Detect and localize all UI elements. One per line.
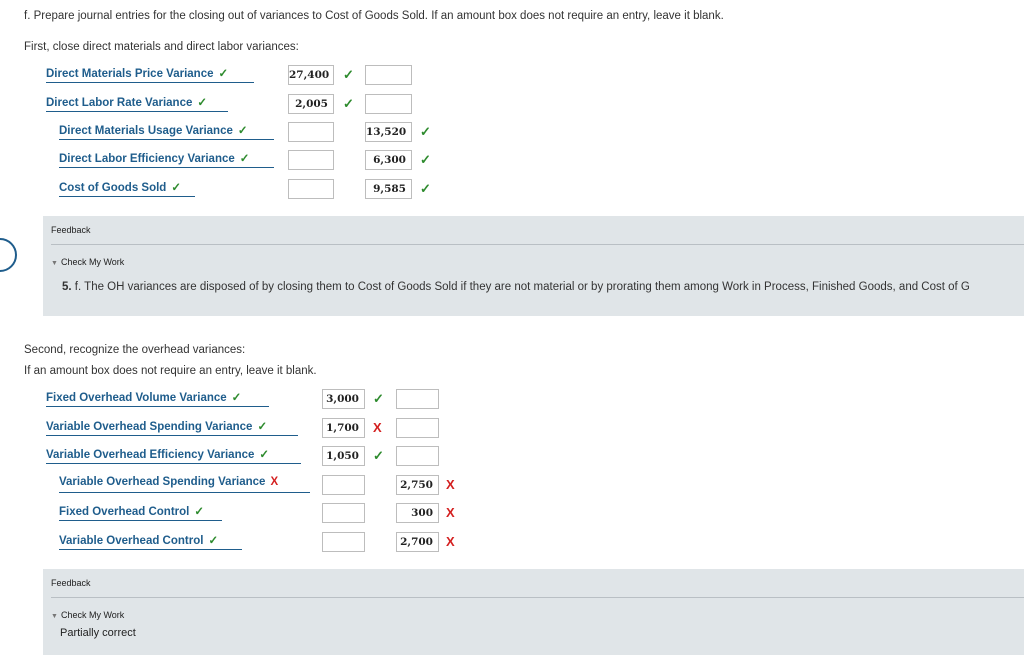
credit-amount-input[interactable] [365,65,412,85]
account-select[interactable]: Cost of Goods Sold ✓ [59,180,195,197]
feedback-panel-1: Feedback ▼ Check My Work 5. f. The OH var… [43,216,1024,316]
check-my-work-toggle[interactable]: ▼ Check My Work [51,257,124,267]
navigation-circle-icon[interactable] [0,238,17,272]
feedback-divider [51,597,1024,598]
account-name: Fixed Overhead Volume Variance [46,392,227,404]
incorrect-icon: X [446,505,455,520]
feedback-body: f. The OH variances are disposed of by c… [71,281,970,293]
feedback-divider [51,244,1024,245]
checkmark-icon: ✓ [231,392,242,404]
debit-amount-input[interactable]: 3,000 [322,389,365,409]
incorrect-icon: X [446,477,455,492]
checkmark-icon: ✓ [373,448,384,463]
checkmark-icon: ✓ [343,67,354,82]
credit-amount-input[interactable]: 13,520 [365,122,412,142]
incorrect-icon: X [446,534,455,549]
account-name: Variable Overhead Control [59,535,204,547]
credit-amount-input[interactable]: 2,750 [396,475,439,495]
debit-amount-input[interactable] [322,475,365,495]
account-select[interactable]: Direct Labor Rate Variance ✓ [46,95,228,112]
account-name: Variable Overhead Efficiency Variance [46,449,255,461]
checkmark-icon: ✓ [208,535,219,547]
account-name: Direct Materials Usage Variance [59,125,233,137]
account-name: Direct Labor Rate Variance [46,97,193,109]
debit-amount-input[interactable] [288,179,334,199]
account-name: Fixed Overhead Control [59,506,190,518]
feedback-status: Partially correct [60,627,136,639]
checkmark-icon: ✓ [237,125,248,137]
checkmark-icon: ✓ [343,96,354,111]
account-select[interactable]: Fixed Overhead Control ✓ [59,504,222,521]
section2-instruction-1: Second, recognize the overhead variances… [24,344,246,356]
account-select[interactable]: Variable Overhead Spending Variance X [59,476,310,493]
feedback-text: 5. f. The OH variances are disposed of b… [62,281,970,293]
checkmark-icon: ✓ [257,421,268,433]
account-name: Variable Overhead Spending Variance [59,476,266,488]
account-select[interactable]: Direct Labor Efficiency Variance ✓ [59,151,274,168]
check-my-work-label: Check My Work [60,610,125,620]
checkmark-icon: ✓ [420,124,431,139]
checkmark-icon: ✓ [218,68,229,80]
feedback-number: 5. [62,281,72,293]
account-select[interactable]: Variable Overhead Efficiency Variance ✓ [46,447,301,464]
check-my-work-label: Check My Work [60,257,125,267]
check-my-work-toggle[interactable]: ▼ Check My Work [51,610,124,620]
checkmark-icon: ✓ [194,506,204,518]
checkmark-icon: ✓ [373,391,384,406]
triangle-down-icon: ▼ [51,260,58,267]
account-name: Direct Labor Efficiency Variance [59,153,235,165]
checkmark-icon: ✓ [171,182,181,194]
debit-amount-input[interactable] [322,532,365,552]
incorrect-icon: X [373,420,382,435]
debit-amount-input[interactable] [288,150,334,170]
account-select[interactable]: Direct Materials Price Variance ✓ [46,66,254,83]
feedback-panel-2: Feedback ▼ Check My Work Partially correc… [43,569,1024,655]
credit-amount-input[interactable] [365,94,412,114]
debit-amount-input[interactable]: 1,700 [322,418,365,438]
debit-amount-input[interactable]: 1,050 [322,446,365,466]
account-name: Cost of Goods Sold [59,182,167,194]
account-select[interactable]: Direct Materials Usage Variance ✓ [59,123,274,140]
account-select[interactable]: Variable Overhead Spending Variance ✓ [46,419,298,436]
checkmark-icon: ✓ [239,153,250,165]
debit-amount-input[interactable]: 27,400 [288,65,334,85]
checkmark-icon: ✓ [259,449,270,461]
debit-amount-input[interactable] [322,503,365,523]
credit-amount-input[interactable] [396,446,439,466]
checkmark-icon: ✓ [420,152,431,167]
credit-amount-input[interactable]: 6,300 [365,150,412,170]
debit-amount-input[interactable] [288,122,334,142]
credit-amount-input[interactable]: 300 [396,503,439,523]
credit-amount-input[interactable] [396,389,439,409]
credit-amount-input[interactable] [396,418,439,438]
triangle-down-icon: ▼ [51,613,58,620]
debit-amount-input[interactable]: 2,005 [288,94,334,114]
section2-instruction-2: If an amount box does not require an ent… [24,365,317,377]
credit-amount-input[interactable]: 9,585 [365,179,412,199]
checkmark-icon: ✓ [420,181,431,196]
question-text: f. Prepare journal entries for the closi… [24,10,724,22]
account-name: Direct Materials Price Variance [46,68,214,80]
incorrect-icon: X [270,476,279,488]
account-select[interactable]: Variable Overhead Control ✓ [59,533,242,550]
feedback-title: Feedback [51,225,91,235]
feedback-title: Feedback [51,578,91,588]
account-name: Variable Overhead Spending Variance [46,421,253,433]
checkmark-icon: ✓ [197,97,208,109]
section1-instruction: First, close direct materials and direct… [24,41,299,53]
account-select[interactable]: Fixed Overhead Volume Variance ✓ [46,390,269,407]
credit-amount-input[interactable]: 2,700 [396,532,439,552]
